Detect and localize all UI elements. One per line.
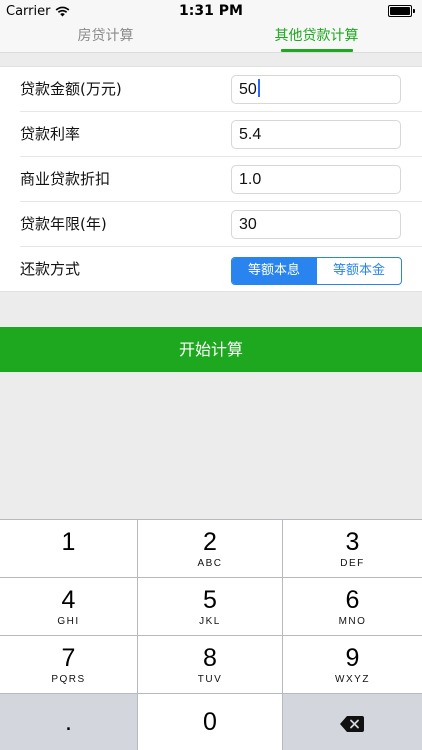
- amount-input[interactable]: 50: [231, 75, 401, 104]
- segment-equal-installment[interactable]: 等额本息: [232, 258, 316, 284]
- status-bar: Carrier 1:31 PM: [0, 0, 422, 22]
- form-row-rate: 贷款利率 5.4: [20, 112, 422, 157]
- key-decimal-point[interactable]: .: [0, 694, 138, 750]
- status-time: 1:31 PM: [179, 3, 243, 19]
- form-row-method: 还款方式 等额本息 等额本金: [20, 247, 422, 292]
- discount-label: 商业贷款折扣: [20, 170, 111, 188]
- key-digit: 4: [61, 586, 76, 614]
- key-letters: DEF: [340, 558, 365, 569]
- key-digit: .: [65, 708, 72, 736]
- tab-mortgage-calc[interactable]: 房贷计算: [0, 22, 211, 52]
- key-7[interactable]: 7 PQRS: [0, 636, 138, 693]
- key-digit: 6: [345, 586, 360, 614]
- key-1[interactable]: 1: [0, 520, 138, 577]
- key-backspace[interactable]: [283, 694, 422, 750]
- key-letters: JKL: [199, 616, 221, 627]
- form-row-amount: 贷款金额(万元) 50: [20, 67, 422, 112]
- key-digit: 7: [61, 644, 76, 672]
- key-digit: 9: [345, 644, 360, 672]
- key-letters: GHI: [57, 616, 80, 627]
- key-3[interactable]: 3 DEF: [283, 520, 422, 577]
- key-letters: PQRS: [51, 674, 86, 685]
- years-label: 贷款年限(年): [20, 215, 107, 233]
- compute-button[interactable]: 开始计算: [0, 327, 422, 372]
- amount-value: 50: [239, 81, 257, 98]
- key-digit: 2: [203, 528, 217, 556]
- years-input[interactable]: 30: [231, 210, 401, 239]
- key-4[interactable]: 4 GHI: [0, 578, 138, 635]
- numeric-keypad: 1 2 ABC 3 DEF 4 GHI 5 JKL 6 MNO 7 PQRS 8 TUV 9 W…: [0, 519, 422, 750]
- method-label: 还款方式: [20, 260, 81, 278]
- key-digit: 1: [61, 528, 76, 556]
- text-caret: [257, 79, 260, 97]
- tab-bar: 房贷计算 其他贷款计算: [0, 22, 422, 53]
- discount-input[interactable]: 1.0: [231, 165, 401, 194]
- battery-icon: [388, 5, 415, 17]
- tab-other-loan-calc[interactable]: 其他贷款计算: [211, 22, 422, 52]
- key-0[interactable]: 0: [138, 694, 283, 750]
- rate-label: 贷款利率: [20, 125, 81, 143]
- key-letters: TUV: [197, 674, 223, 685]
- key-digit: 0: [203, 708, 217, 736]
- key-digit: 8: [203, 644, 217, 672]
- key-digit: 3: [345, 528, 360, 556]
- key-6[interactable]: 6 MNO: [283, 578, 422, 635]
- key-digit: 5: [203, 586, 217, 614]
- key-2[interactable]: 2 ABC: [138, 520, 283, 577]
- repayment-method-segment: 等额本息 等额本金: [231, 257, 402, 285]
- segment-equal-principal[interactable]: 等额本金: [316, 258, 401, 284]
- amount-label: 贷款金额(万元): [20, 80, 122, 98]
- key-letters: ABC: [197, 558, 223, 569]
- key-letters: MNO: [338, 616, 367, 627]
- form-row-years: 贷款年限(年) 30: [20, 202, 422, 247]
- key-9[interactable]: 9 WXYZ: [283, 636, 422, 693]
- key-5[interactable]: 5 JKL: [138, 578, 283, 635]
- backspace-icon: [340, 716, 364, 732]
- form-row-discount: 商业贷款折扣 1.0: [20, 157, 422, 202]
- loan-form: 贷款金额(万元) 50 贷款利率 5.4 商业贷款折扣 1.0 贷款年限(年) …: [0, 66, 422, 292]
- rate-input[interactable]: 5.4: [231, 120, 401, 149]
- key-letters: WXYZ: [335, 674, 370, 685]
- key-8[interactable]: 8 TUV: [138, 636, 283, 693]
